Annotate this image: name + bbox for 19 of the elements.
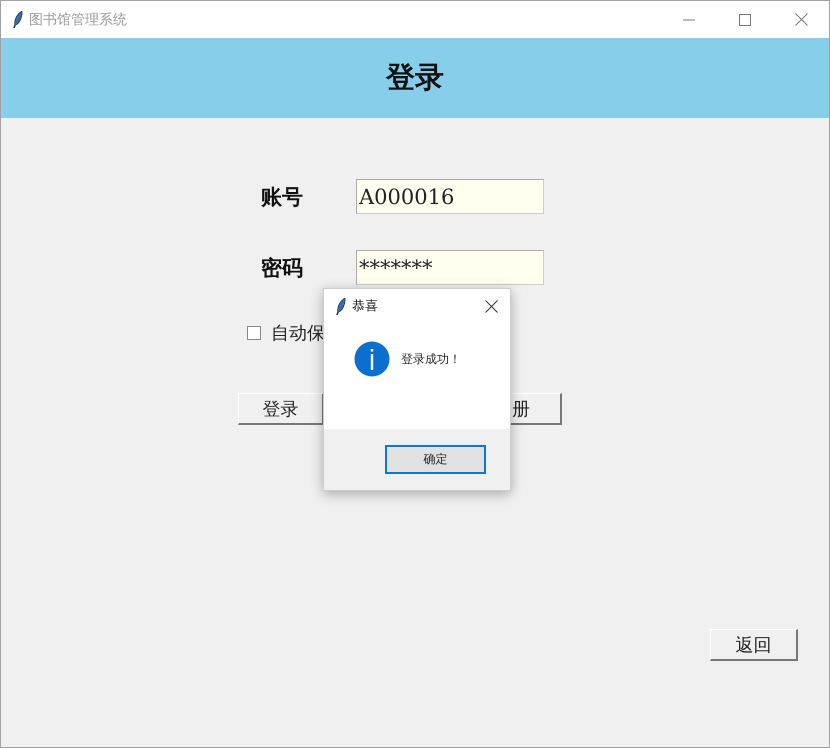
ok-button[interactable]: 确定 bbox=[385, 445, 486, 474]
checkbox-label: 自动保 bbox=[271, 322, 325, 345]
feather-icon bbox=[336, 298, 346, 314]
close-icon[interactable] bbox=[485, 300, 498, 312]
dialog-message: 登录成功！ bbox=[401, 350, 461, 368]
back-button[interactable]: 返回 bbox=[710, 629, 798, 661]
window-title: 图书馆管理系统 bbox=[29, 10, 128, 28]
input-field[interactable]: ******* bbox=[356, 250, 544, 285]
login-button[interactable]: 登录 bbox=[238, 393, 324, 425]
minimize-icon[interactable] bbox=[683, 18, 695, 20]
feather-icon bbox=[13, 11, 24, 28]
maximize-icon[interactable] bbox=[739, 14, 751, 26]
checkbox[interactable] bbox=[247, 326, 261, 340]
dialog-title: 恭喜 bbox=[352, 298, 378, 315]
field-label: 账号 bbox=[261, 182, 304, 210]
info-icon bbox=[354, 341, 390, 377]
field-label: 密码 bbox=[261, 254, 304, 282]
page-title: 登录 bbox=[386, 59, 444, 96]
input-field[interactable]: A000016 bbox=[356, 179, 544, 214]
